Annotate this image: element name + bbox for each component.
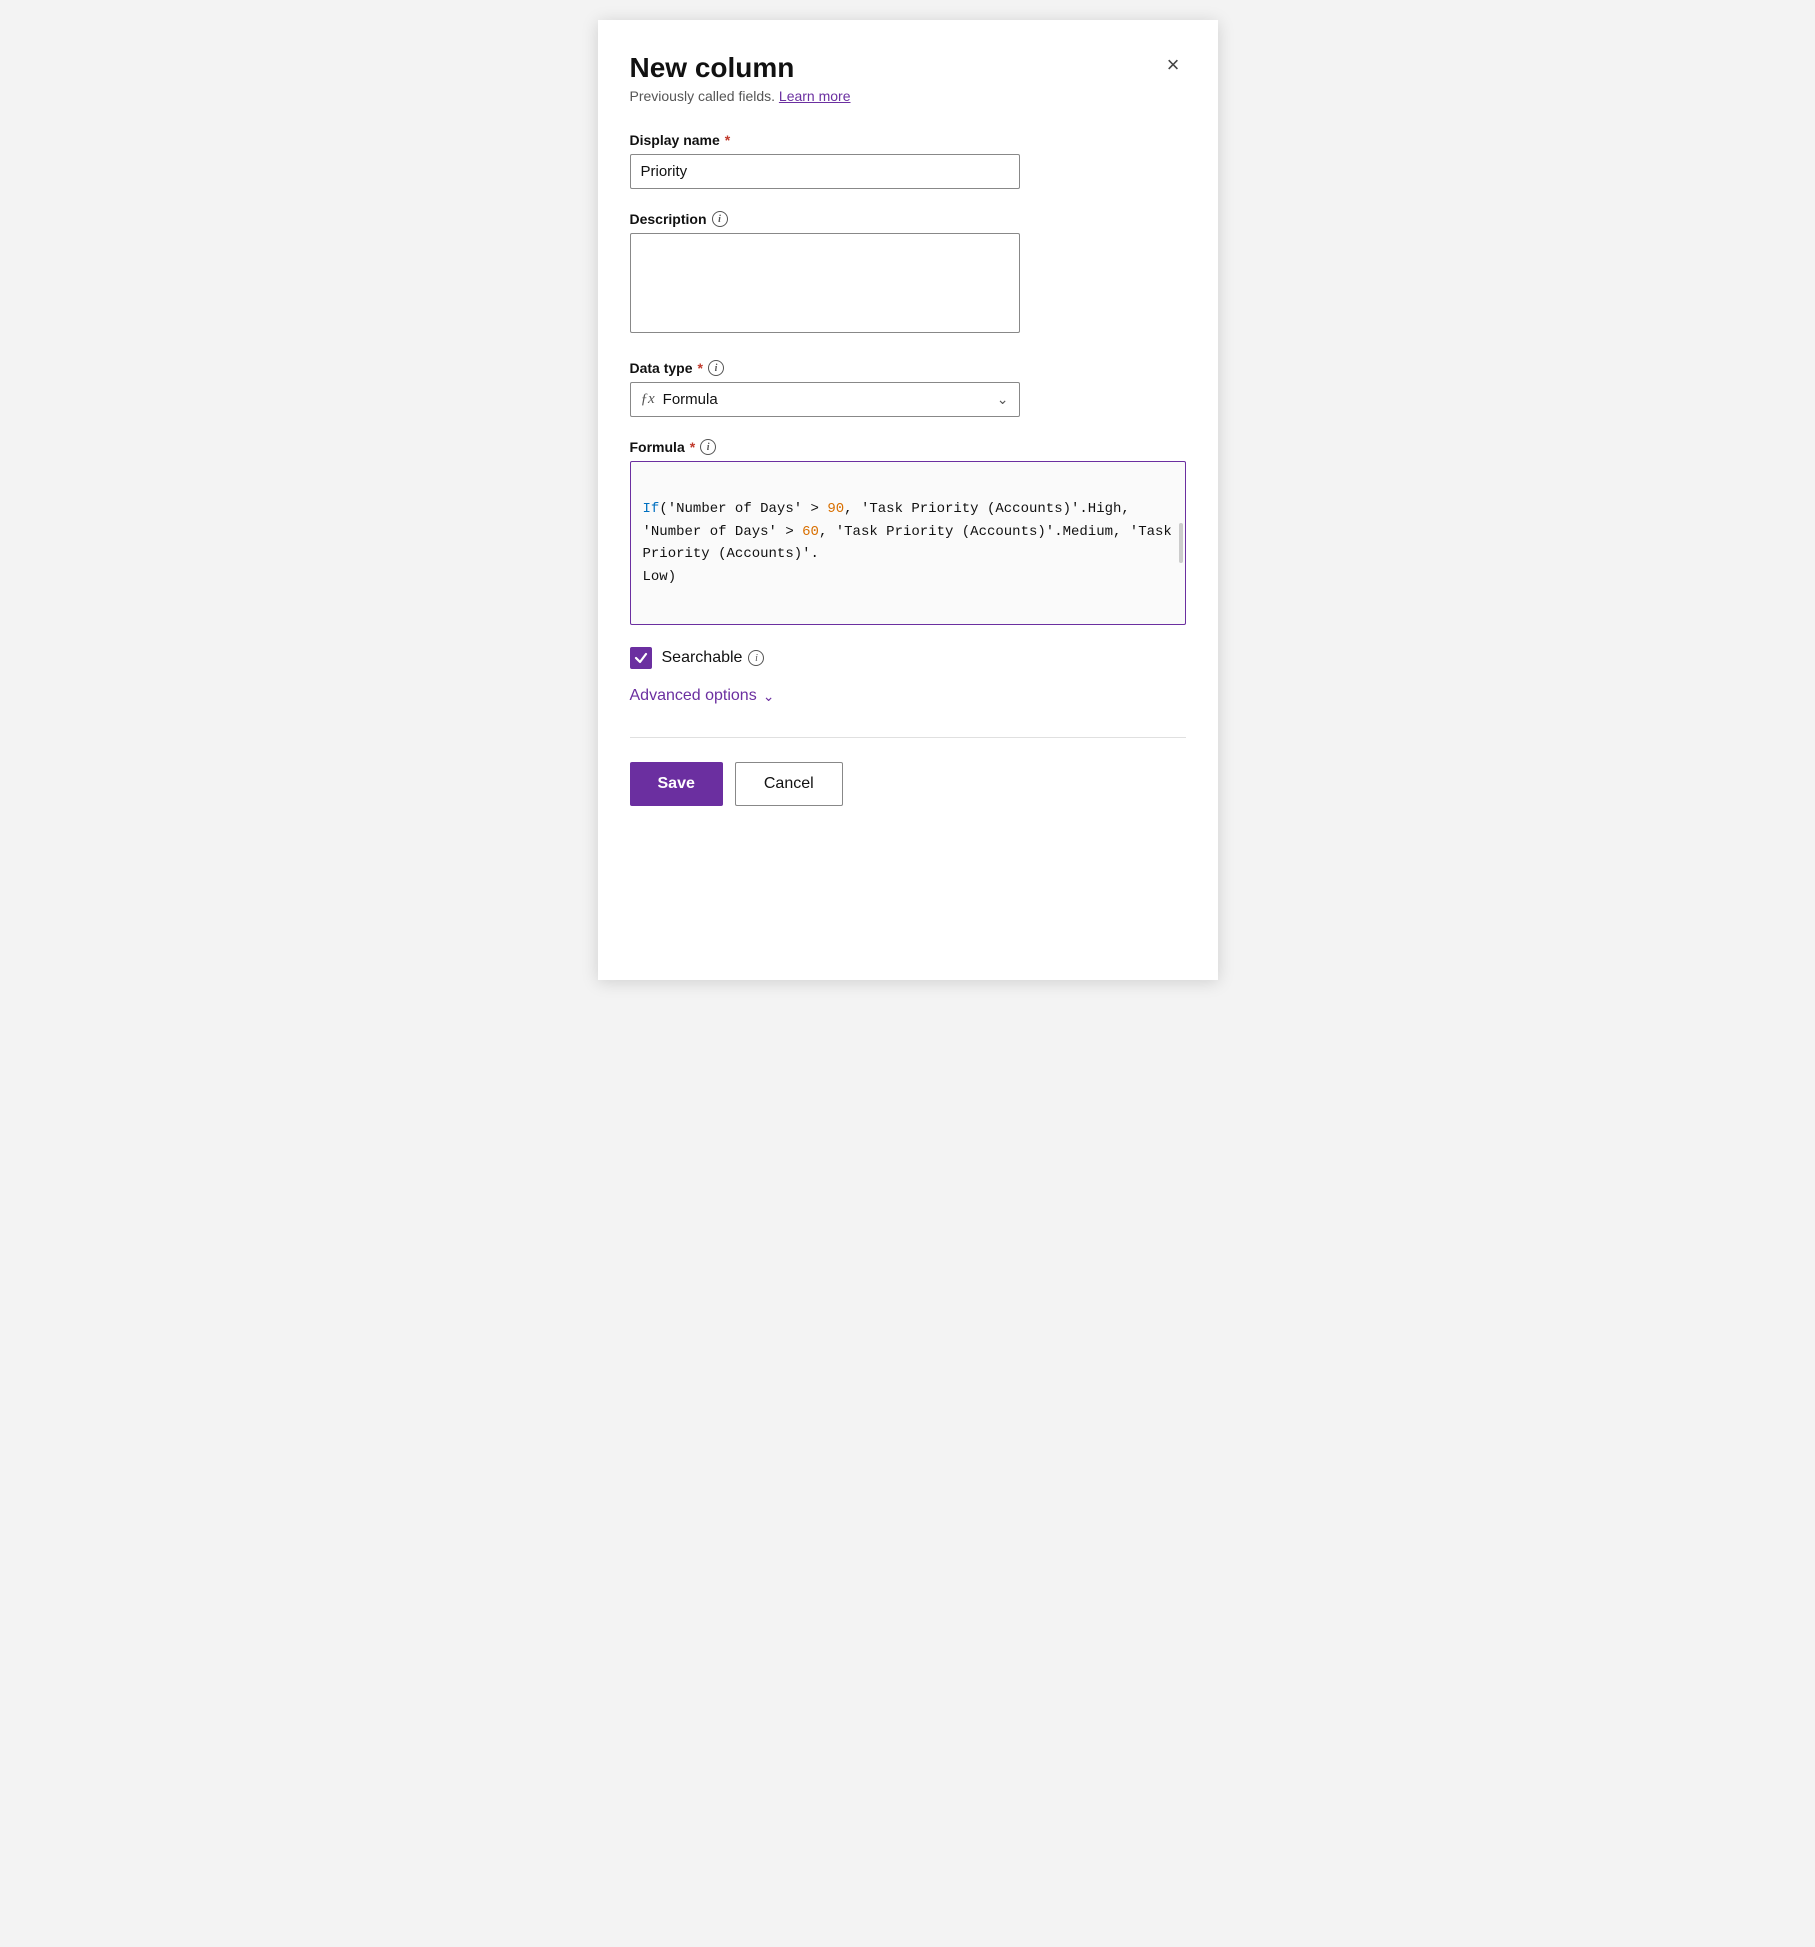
formula-if-keyword: If [643, 501, 660, 517]
data-type-label: Data type * i [630, 360, 1186, 376]
formula-fx-icon: ƒx [641, 391, 655, 408]
dialog-title: New column [630, 52, 795, 84]
display-name-group: Display name * [630, 132, 1186, 189]
formula-number-90: 90 [827, 501, 844, 517]
data-type-required-star: * [698, 360, 703, 376]
searchable-info-icon: i [748, 650, 764, 666]
description-group: Description i [630, 211, 1186, 338]
advanced-options-chevron-icon: ⌄ [763, 688, 775, 705]
formula-info-icon: i [700, 439, 716, 455]
new-column-dialog: New column × Previously called fields. L… [598, 20, 1218, 980]
formula-content: If('Number of Days' > 90, 'Task Priority… [643, 476, 1173, 610]
description-label: Description i [630, 211, 1186, 227]
description-input[interactable] [630, 233, 1020, 333]
formula-label: Formula * i [630, 439, 1186, 455]
data-type-select[interactable]: ƒx Formula ⌄ [630, 382, 1020, 417]
subtitle-text: Previously called fields. [630, 88, 776, 104]
data-type-value: Formula [663, 391, 989, 408]
formula-number-60: 60 [802, 524, 819, 540]
dialog-subtitle: Previously called fields. Learn more [630, 88, 1186, 104]
formula-required-star: * [690, 439, 695, 455]
advanced-options-label: Advanced options [630, 687, 757, 705]
searchable-label: Searchable i [662, 649, 765, 667]
formula-scrollbar [1179, 523, 1183, 563]
formula-editor[interactable]: If('Number of Days' > 90, 'Task Priority… [630, 461, 1186, 625]
data-type-group: Data type * i ƒx Formula ⌄ [630, 360, 1186, 417]
close-button[interactable]: × [1161, 52, 1186, 78]
required-star: * [725, 132, 730, 148]
data-type-select-wrapper: ƒx Formula ⌄ [630, 382, 1020, 417]
display-name-input[interactable] [630, 154, 1020, 189]
save-button[interactable]: Save [630, 762, 723, 806]
searchable-row: Searchable i [630, 647, 1186, 669]
advanced-options-row[interactable]: Advanced options ⌄ [630, 687, 1186, 705]
learn-more-link[interactable]: Learn more [779, 88, 851, 104]
cancel-button[interactable]: Cancel [735, 762, 843, 806]
formula-group: Formula * i If('Number of Days' > 90, 'T… [630, 439, 1186, 625]
description-info-icon: i [712, 211, 728, 227]
searchable-checkbox[interactable] [630, 647, 652, 669]
data-type-chevron-icon: ⌄ [997, 391, 1009, 408]
footer-buttons: Save Cancel [630, 762, 1186, 806]
display-name-label: Display name * [630, 132, 1186, 148]
footer-divider [630, 737, 1186, 738]
data-type-info-icon: i [708, 360, 724, 376]
dialog-header: New column × [630, 52, 1186, 84]
